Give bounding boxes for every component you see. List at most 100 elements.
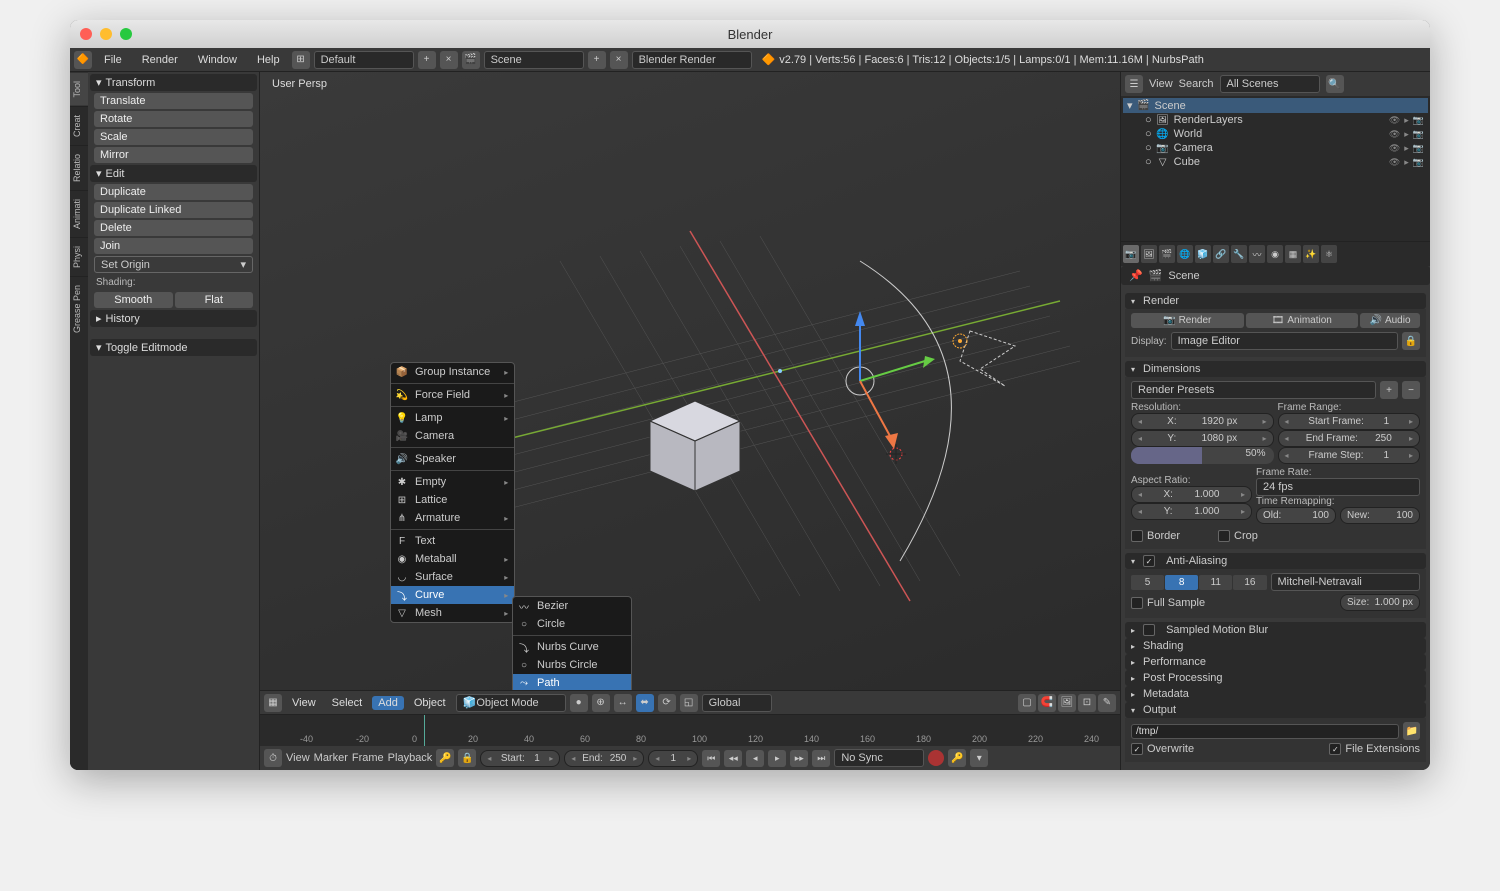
edit-panel-header[interactable]: ▾ Edit: [90, 165, 257, 182]
tl-view-menu[interactable]: View: [286, 752, 310, 764]
tree-camera[interactable]: ○ 📷Camera👁▸📷: [1123, 141, 1428, 155]
tab-physics[interactable]: Physi: [70, 237, 88, 276]
curve-menu-nurbs-curve[interactable]: ⤵Nurbs Curve: [513, 638, 631, 656]
sync-selector[interactable]: No Sync: [834, 749, 924, 767]
lock-interface-icon[interactable]: 🔒: [1402, 332, 1420, 350]
search-icon[interactable]: 🔍: [1326, 75, 1344, 93]
render-engine-selector[interactable]: Blender Render: [632, 51, 752, 69]
transform-panel-header[interactable]: ▾ Transform: [90, 74, 257, 91]
curve-menu-path[interactable]: ⤳Path: [513, 674, 631, 690]
history-panel-header[interactable]: ▸ History: [90, 310, 257, 327]
overlays-icon[interactable]: ⊡: [1078, 694, 1096, 712]
auto-keyframe-icon[interactable]: 🔑: [436, 749, 454, 767]
flat-button[interactable]: Flat: [175, 292, 254, 308]
add-menu-curve[interactable]: ⤵Curve: [391, 586, 514, 604]
aa-enable-checkbox[interactable]: [1143, 555, 1155, 567]
minimize-window-icon[interactable]: [100, 28, 112, 40]
remap-new[interactable]: New: 100: [1340, 507, 1420, 524]
aa-section-header[interactable]: Anti-Aliasing: [1125, 553, 1426, 569]
curve-menu-circle[interactable]: ○Circle: [513, 615, 631, 633]
aspect-x[interactable]: ◂X:1.000▸: [1131, 486, 1252, 503]
tree-world[interactable]: ○ 🌐World👁▸📷: [1123, 127, 1428, 141]
prop-tab-texture-icon[interactable]: ▦: [1285, 245, 1301, 263]
current-frame-field[interactable]: ◂1▸: [648, 750, 698, 767]
render-button[interactable]: 📷 Render: [1131, 313, 1244, 328]
performance-section-header[interactable]: Performance: [1125, 654, 1426, 670]
lock-icon[interactable]: 🔒: [458, 749, 476, 767]
remove-layout-icon[interactable]: ×: [440, 51, 458, 69]
timeline-editor-icon[interactable]: ⏱: [264, 749, 282, 767]
maximize-window-icon[interactable]: [120, 28, 132, 40]
start-frame-field[interactable]: ◂Start:1▸: [480, 750, 560, 767]
tree-cube[interactable]: ○ ▽Cube👁▸📷: [1123, 155, 1428, 169]
prop-tab-physics-icon[interactable]: ⚛: [1321, 245, 1337, 263]
keyframe-next-icon[interactable]: ▸▸: [790, 750, 808, 767]
add-menu-empty[interactable]: ✱Empty: [391, 473, 514, 491]
toggle-editmode-panel[interactable]: ▾ Toggle Editmode: [90, 339, 257, 356]
smooth-button[interactable]: Smooth: [94, 292, 173, 308]
aa-sample-5[interactable]: 5: [1131, 575, 1164, 590]
prop-tab-object-icon[interactable]: 🧊: [1195, 245, 1211, 263]
menu-render[interactable]: Render: [134, 52, 186, 68]
tl-frame-menu[interactable]: Frame: [352, 752, 384, 764]
add-menu-speaker[interactable]: 🔊Speaker: [391, 450, 514, 468]
resolution-x[interactable]: ◂X:1920 px▸: [1131, 413, 1274, 430]
blender-logo-icon[interactable]: 🔶: [74, 51, 92, 69]
remove-scene-icon[interactable]: ×: [610, 51, 628, 69]
remove-preset-icon[interactable]: −: [1402, 381, 1420, 399]
aa-sample-8[interactable]: 8: [1165, 575, 1198, 590]
outliner-tree[interactable]: ▾ 🎬Scene○ 🖼RenderLayers👁▸📷○ 🌐World👁▸📷○ 📷…: [1121, 96, 1430, 241]
prop-tab-scene-icon[interactable]: 🎬: [1159, 245, 1175, 263]
frame-rate-selector[interactable]: 24 fps: [1256, 478, 1420, 496]
aa-size[interactable]: Size:1.000 px: [1340, 594, 1420, 611]
join-button[interactable]: Join: [94, 238, 253, 254]
fileext-checkbox[interactable]: [1329, 743, 1341, 755]
shading-solid-icon[interactable]: ●: [570, 694, 588, 712]
gpencil-icon[interactable]: ✎: [1098, 694, 1116, 712]
keying-set-dropdown-icon[interactable]: ▾: [970, 749, 988, 767]
resolution-y[interactable]: ◂Y:1080 px▸: [1131, 430, 1274, 447]
add-menu-force-field[interactable]: 💫Force Field: [391, 386, 514, 404]
tree-scene[interactable]: ▾ 🎬Scene: [1123, 98, 1428, 113]
end-frame[interactable]: ◂End Frame:250▸: [1278, 430, 1421, 447]
close-window-icon[interactable]: [80, 28, 92, 40]
playhead[interactable]: [424, 715, 425, 746]
browse-folder-icon[interactable]: 📁: [1403, 722, 1420, 740]
prop-tab-constraints-icon[interactable]: 🔗: [1213, 245, 1229, 263]
menu-window[interactable]: Window: [190, 52, 245, 68]
prop-tab-material-icon[interactable]: ◉: [1267, 245, 1283, 263]
audio-button[interactable]: 🔊 Audio: [1360, 313, 1420, 328]
jump-start-icon[interactable]: ⏮: [702, 750, 720, 767]
fullsample-checkbox[interactable]: [1131, 597, 1143, 609]
menu-file[interactable]: File: [96, 52, 130, 68]
tl-marker-menu[interactable]: Marker: [314, 752, 348, 764]
vp-select-menu[interactable]: Select: [326, 697, 369, 709]
aa-sample-11[interactable]: 11: [1199, 575, 1232, 590]
outliner-editor-icon[interactable]: ☰: [1125, 75, 1143, 93]
duplicate-button[interactable]: Duplicate: [94, 184, 253, 200]
add-menu-lattice[interactable]: ⊞Lattice: [391, 491, 514, 509]
output-section-header[interactable]: Output: [1125, 702, 1426, 718]
tab-create[interactable]: Creat: [70, 106, 88, 145]
orientation-selector[interactable]: Global: [702, 694, 772, 712]
delete-button[interactable]: Delete: [94, 220, 253, 236]
add-layout-icon[interactable]: +: [418, 51, 436, 69]
output-path-field[interactable]: [1131, 724, 1399, 739]
duplicate-linked-button[interactable]: Duplicate Linked: [94, 202, 253, 218]
add-menu-surface[interactable]: ◡Surface: [391, 568, 514, 586]
jump-end-icon[interactable]: ⏭: [812, 750, 830, 767]
resolution-percent[interactable]: 50%: [1131, 447, 1274, 464]
tab-tools[interactable]: Tool: [70, 72, 88, 106]
add-preset-icon[interactable]: +: [1380, 381, 1398, 399]
add-scene-icon[interactable]: +: [588, 51, 606, 69]
metadata-section-header[interactable]: Metadata: [1125, 686, 1426, 702]
play-icon[interactable]: ▸: [768, 750, 786, 767]
rotate-button[interactable]: Rotate: [94, 111, 253, 127]
prop-tab-data-icon[interactable]: 〰: [1249, 245, 1265, 263]
aa-sample-16[interactable]: 16: [1233, 575, 1266, 590]
set-origin-dropdown[interactable]: Set Origin▾: [94, 256, 253, 273]
out-view-menu[interactable]: View: [1149, 78, 1173, 90]
post-section-header[interactable]: Post Processing: [1125, 670, 1426, 686]
prop-tab-modifiers-icon[interactable]: 🔧: [1231, 245, 1247, 263]
prop-tab-renderlayers-icon[interactable]: 🖼: [1141, 245, 1157, 263]
